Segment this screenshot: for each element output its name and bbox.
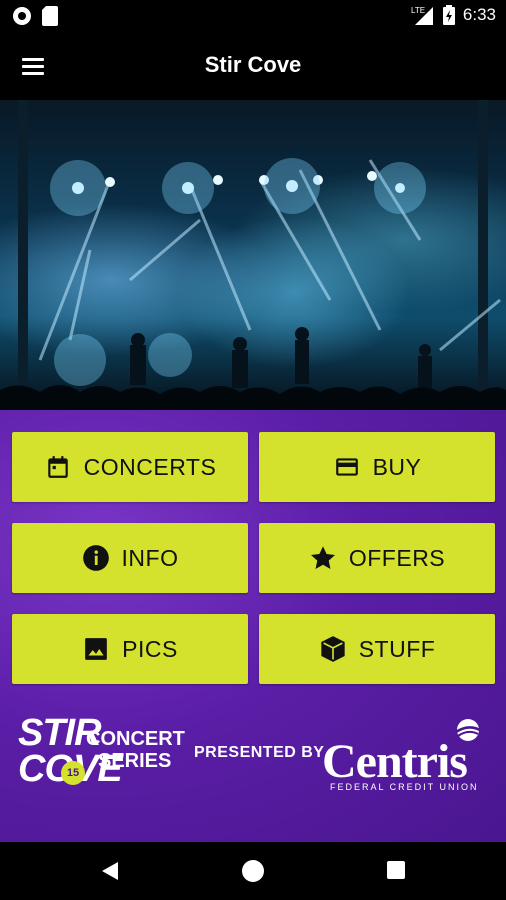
- hero-concert-image: [0, 100, 506, 410]
- home-icon[interactable]: [242, 860, 264, 882]
- brand-concert: CONCERT: [86, 728, 185, 750]
- stuff-label: STUFF: [358, 635, 436, 662]
- offers-label: OFFERS: [348, 544, 446, 571]
- concerts-label: CONCERTS: [83, 453, 217, 480]
- back-icon[interactable]: [100, 861, 120, 881]
- concerts-button[interactable]: CONCERTS: [12, 432, 248, 502]
- offers-button[interactable]: OFFERS: [259, 523, 495, 593]
- buy-label: BUY: [372, 453, 422, 480]
- pics-label: PICS: [122, 635, 178, 662]
- stuff-button[interactable]: STUFF: [259, 614, 495, 684]
- battery-icon: [442, 5, 455, 25]
- app-bar: Stir Cove: [0, 32, 506, 100]
- circle-notification-icon: [13, 7, 31, 25]
- star-icon: [309, 544, 337, 572]
- centris-logo: Centris FEDERAL CREDIT UNION: [320, 718, 496, 794]
- recent-apps-icon[interactable]: [387, 861, 405, 879]
- brand-series: SERIES: [98, 750, 172, 772]
- app-title: Stir Cove: [204, 52, 302, 77]
- info-icon: [82, 544, 110, 572]
- pics-button[interactable]: PICS: [12, 614, 248, 684]
- image-icon: [82, 635, 110, 663]
- box-icon: [319, 635, 347, 663]
- sponsor-name: Centris: [322, 735, 468, 788]
- stir-cove-concert-series-logo: STIR COVE CONCERT SERIES 15: [18, 714, 185, 795]
- credit-card-icon: [333, 453, 361, 481]
- status-bar: LTE 6:33: [0, 0, 506, 32]
- calendar-icon: [44, 453, 72, 481]
- system-navigation-bar: [0, 842, 506, 900]
- status-time: 6:33: [462, 5, 496, 24]
- sd-card-icon: [42, 6, 58, 26]
- lte-signal-icon: LTE: [411, 6, 433, 25]
- info-label: INFO: [121, 544, 179, 571]
- sponsor-subtitle: FEDERAL CREDIT UNION: [330, 782, 479, 792]
- svg-text:LTE: LTE: [411, 6, 425, 15]
- brand-badge: 15: [61, 761, 85, 785]
- buy-button[interactable]: BUY: [259, 432, 495, 502]
- info-button[interactable]: INFO: [12, 523, 248, 593]
- presented-by-text: PRESENTED BY: [194, 744, 325, 761]
